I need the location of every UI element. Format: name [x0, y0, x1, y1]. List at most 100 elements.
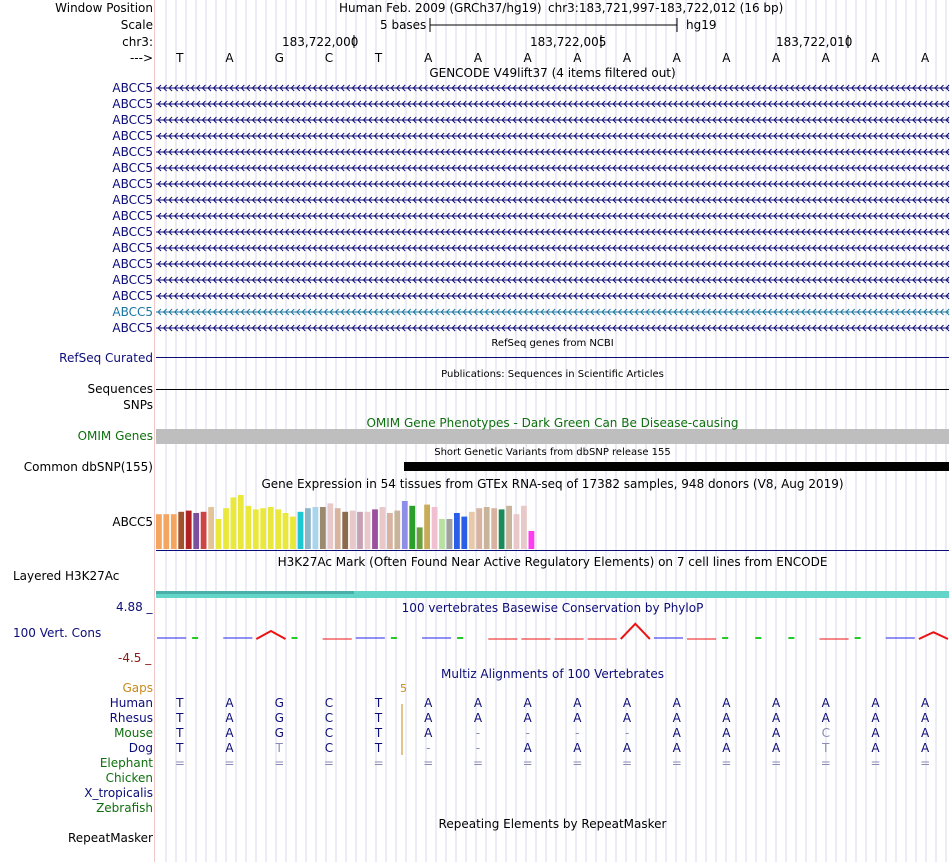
gtex-bar — [513, 514, 520, 549]
publications-title: Publications: Sequences in Scientific Ar… — [441, 369, 664, 380]
phylop-label[interactable]: 100 Vert. Cons — [13, 626, 101, 640]
publications-label[interactable]: Sequences — [88, 382, 153, 396]
gencode-item-label[interactable]: ABCC5 — [112, 129, 153, 143]
alignment-base: = — [920, 756, 931, 770]
gencode-item-label[interactable]: ABCC5 — [112, 177, 153, 191]
gtex-bar — [178, 511, 185, 549]
alignment-base: A — [622, 711, 632, 725]
gtex-bar — [349, 510, 356, 549]
phylop-peak — [255, 629, 286, 640]
dbsnp-bar — [404, 462, 949, 471]
gtex-bar — [312, 507, 319, 549]
species-label[interactable]: Elephant — [100, 756, 153, 770]
base-letter: C — [324, 51, 334, 65]
alignment-base: A — [424, 711, 433, 725]
gtex-bar — [379, 507, 386, 549]
refseq-label[interactable]: RefSeq Curated — [59, 351, 153, 365]
gtex-bar — [260, 508, 267, 549]
repeatmasker-label[interactable]: RepeatMasker — [68, 831, 153, 845]
alignment-base: A — [771, 711, 781, 725]
phylop-title: 100 vertebrates Basewise Conservation by… — [401, 601, 704, 615]
alignment-base: A — [921, 711, 930, 725]
dbsnp-label[interactable]: Common dbSNP(155) — [24, 460, 153, 474]
gtex-bar — [416, 527, 423, 549]
alignment-base: A — [821, 696, 830, 710]
base-letter: A — [771, 51, 781, 65]
gtex-bar — [245, 505, 252, 549]
species-label[interactable]: Human — [110, 696, 153, 710]
omim-label[interactable]: OMIM Genes — [78, 429, 153, 443]
species-label[interactable]: X_tropicalis — [84, 786, 153, 800]
alignment-base: A — [622, 696, 632, 710]
repeatmasker-title: Repeating Elements by RepeatMasker — [438, 817, 667, 831]
alignment-base: = — [771, 756, 782, 770]
alignment-base: A — [722, 741, 731, 755]
h3k27ac-label[interactable]: Layered H3K27Ac — [13, 569, 119, 583]
alignment-base: A — [871, 726, 880, 740]
species-label[interactable]: Mouse — [114, 726, 153, 740]
gtex-bar — [223, 508, 229, 549]
alignment-base: T — [275, 741, 283, 755]
gtex-bar — [275, 509, 281, 549]
alignment-base: A — [622, 741, 632, 755]
gtex-bar — [342, 511, 349, 549]
alignment-base: = — [224, 756, 235, 770]
gtex-bar — [200, 511, 207, 549]
h3k27ac-band-dark — [156, 591, 354, 594]
alignment-base: T — [374, 696, 383, 710]
species-label[interactable]: Dog — [129, 741, 153, 755]
gencode-item-label[interactable]: ABCC5 — [112, 113, 153, 127]
gencode-item-label[interactable]: ABCC5 — [112, 209, 153, 223]
gencode-item-label[interactable]: ABCC5 — [112, 257, 153, 271]
snps-label[interactable]: SNPs — [123, 398, 153, 412]
gencode-item-label[interactable]: ABCC5 — [112, 225, 153, 239]
gencode-item-label[interactable]: ABCC5 — [112, 273, 153, 287]
scale-label: Scale — [120, 18, 153, 32]
alignment-base: A — [523, 711, 532, 725]
ruler-position-3: 183,722,010 — [776, 35, 853, 49]
species-label[interactable]: Rhesus — [110, 711, 153, 725]
alignment-base: A — [722, 696, 731, 710]
gencode-item-label[interactable]: ABCC5 — [112, 193, 153, 207]
alignment-base: = — [174, 756, 185, 770]
gtex-bar — [521, 505, 527, 549]
base-letter: G — [274, 51, 284, 65]
gencode-item-label[interactable]: ABCC5 — [112, 81, 153, 95]
gtex-bar — [409, 505, 416, 549]
gtex-bar — [156, 514, 162, 549]
alignment-base: A — [722, 711, 731, 725]
base-letter: A — [821, 51, 830, 65]
gtex-bar — [394, 510, 401, 549]
alignment-base: = — [274, 756, 285, 770]
gencode-item-label[interactable]: ABCC5 — [112, 97, 153, 111]
gtex-bar — [163, 514, 170, 549]
gencode-item-label[interactable]: ABCC5 — [112, 321, 153, 335]
base-letter: A — [424, 51, 433, 65]
alignment-base: A — [871, 696, 880, 710]
omim-bar — [156, 429, 949, 444]
base-letter: A — [473, 51, 483, 65]
alignment-base: A — [672, 711, 681, 725]
base-letter: A — [573, 51, 582, 65]
gencode-item-label[interactable]: ABCC5 — [112, 161, 153, 175]
alignment-base: A — [672, 696, 681, 710]
species-label[interactable]: Chicken — [106, 771, 153, 785]
phylop-max-label: 4.88 _ — [116, 600, 153, 614]
species-label[interactable]: Zebrafish — [96, 801, 153, 815]
alignment-base: G — [274, 711, 284, 725]
genome-browser-image: Window Position Scale chr3: ---> Human F… — [0, 0, 950, 862]
gtex-bar — [491, 508, 498, 549]
gencode-item-label[interactable]: ABCC5 — [112, 145, 153, 159]
gtex-label[interactable]: ABCC5 — [112, 515, 153, 529]
gencode-item-label[interactable]: ABCC5 — [112, 289, 153, 303]
alignment-base: A — [573, 696, 582, 710]
gaps-label: Gaps — [122, 681, 153, 695]
gencode-item-label[interactable]: ABCC5 — [112, 241, 153, 255]
gtex-bar — [237, 495, 244, 549]
alignment-base: = — [721, 756, 732, 770]
gtex-bar — [401, 501, 408, 549]
alignment-base: T — [374, 726, 383, 740]
gtex-bar — [372, 509, 378, 549]
alignment-base: A — [225, 726, 234, 740]
gencode-item-label[interactable]: ABCC5 — [112, 305, 153, 319]
